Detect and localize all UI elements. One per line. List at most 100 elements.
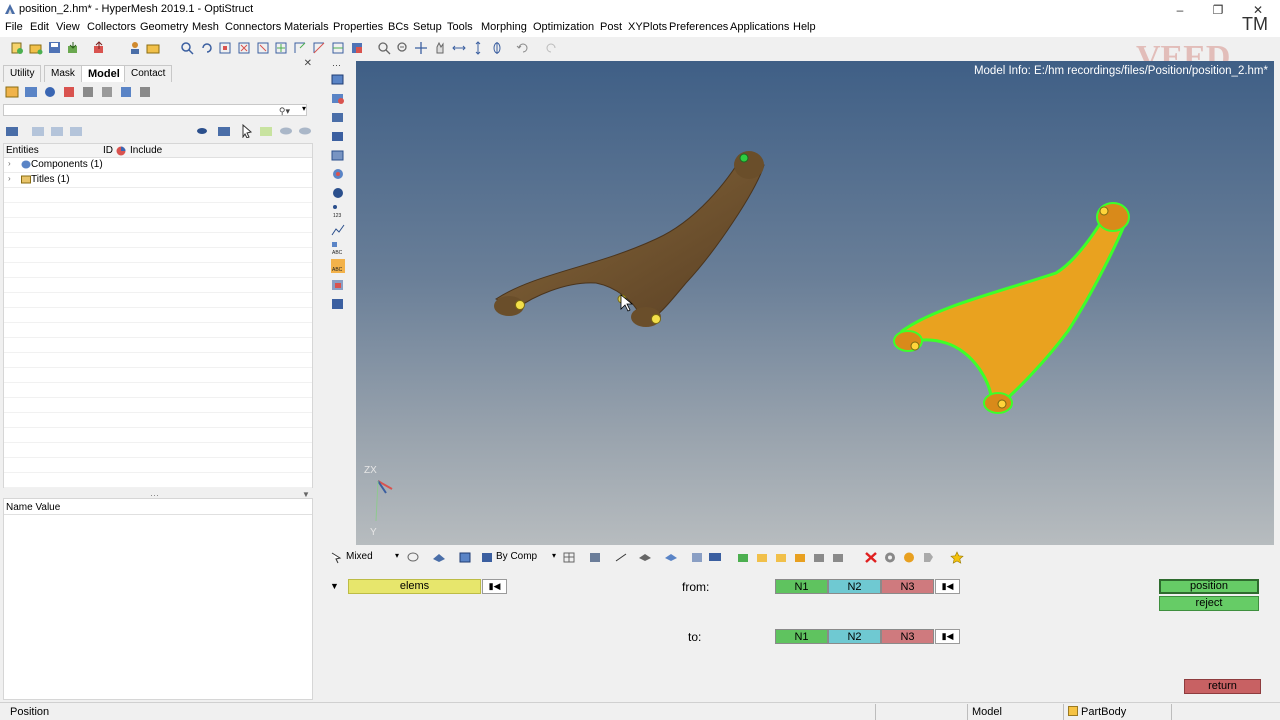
hand-icon[interactable] xyxy=(433,41,447,55)
numbers-icon[interactable]: 123 xyxy=(331,204,345,218)
column-entities[interactable]: Entities xyxy=(6,145,39,156)
to-reset-button[interactable]: ▮◀ xyxy=(935,629,960,644)
column-include[interactable]: Include xyxy=(130,145,162,156)
label-abc-icon[interactable]: ABC xyxy=(331,241,345,255)
display-eye-icon[interactable] xyxy=(196,124,212,138)
surface-display-icon[interactable] xyxy=(638,551,652,564)
by-comp-icon[interactable] xyxy=(480,551,494,564)
display-shaded-icon[interactable] xyxy=(331,72,345,86)
select-cursor-icon[interactable] xyxy=(241,124,253,138)
menu-help[interactable]: Help xyxy=(793,21,816,33)
panel-close-icon[interactable]: ✕ xyxy=(304,58,312,69)
pan-icon[interactable] xyxy=(414,41,428,55)
display-solid-icon[interactable] xyxy=(331,186,345,200)
label-orange-icon[interactable]: ABC xyxy=(331,259,345,273)
import-icon[interactable] xyxy=(66,41,80,55)
search-options-chevron-icon[interactable]: ▾ xyxy=(302,104,306,113)
tab-contact[interactable]: Contact xyxy=(124,65,173,82)
show-all-icon[interactable] xyxy=(31,124,47,138)
rotate-left-icon[interactable] xyxy=(200,41,214,55)
browser-tree-icon[interactable] xyxy=(119,85,133,99)
user-profile-icon[interactable] xyxy=(128,41,142,55)
lasso-icon[interactable] xyxy=(406,551,420,564)
translate-y-icon[interactable] xyxy=(471,41,485,55)
delete-icon[interactable] xyxy=(864,551,878,564)
browser-expand-icon[interactable] xyxy=(43,85,57,99)
display-elements-icon[interactable] xyxy=(331,110,345,124)
color-mode-select[interactable]: By Comp xyxy=(496,551,537,562)
zoom-out-icon[interactable] xyxy=(396,41,410,55)
find-icon[interactable] xyxy=(331,297,345,311)
undo-icon[interactable] xyxy=(516,41,530,55)
show-selected-icon[interactable] xyxy=(50,124,66,138)
display-mesh-icon[interactable] xyxy=(331,91,345,105)
fit-view-icon[interactable] xyxy=(218,41,232,55)
tab-model[interactable]: Model xyxy=(81,65,127,82)
grid-display-icon[interactable] xyxy=(690,551,704,564)
chevron-down-icon[interactable]: ▾ xyxy=(552,551,556,560)
browser-filter-icon[interactable] xyxy=(138,85,152,99)
status-part-cell[interactable]: PartBody xyxy=(1063,704,1171,720)
browser-config-icon[interactable] xyxy=(81,85,95,99)
wireframe-icon[interactable] xyxy=(562,551,576,564)
line-display-icon[interactable] xyxy=(614,551,628,564)
view-y-icon[interactable] xyxy=(256,41,270,55)
reverse-icon[interactable] xyxy=(812,551,826,564)
isolate-icon[interactable] xyxy=(217,124,233,138)
view-x-icon[interactable] xyxy=(237,41,251,55)
tag-icon[interactable] xyxy=(921,551,935,564)
restore-button[interactable]: ❐ xyxy=(1200,0,1236,20)
translate-x-icon[interactable] xyxy=(452,41,466,55)
display-feature-icon[interactable] xyxy=(331,129,345,143)
mask-icon[interactable] xyxy=(331,278,345,292)
menu-post[interactable]: Post xyxy=(600,21,622,33)
status-model-cell[interactable]: Model xyxy=(967,704,1063,720)
mixed-display-icon[interactable] xyxy=(330,551,344,564)
import-browser-icon[interactable] xyxy=(5,85,19,99)
menu-connectors[interactable]: Connectors xyxy=(225,21,281,33)
search-icon[interactable]: ⚲▾ xyxy=(279,106,290,117)
tab-mask[interactable]: Mask xyxy=(44,65,82,82)
screen-icon[interactable] xyxy=(708,551,722,564)
chevron-down-icon[interactable]: ▾ xyxy=(395,551,399,560)
menu-morphing[interactable]: Morphing xyxy=(481,21,527,33)
show-icon[interactable] xyxy=(736,551,750,564)
view-z-icon[interactable] xyxy=(274,41,288,55)
position-button[interactable]: position xyxy=(1159,579,1259,594)
hide-all-eye-icon[interactable] xyxy=(297,124,313,138)
menu-file[interactable]: File xyxy=(5,21,23,33)
open-folder-icon[interactable] xyxy=(146,41,160,55)
show-all-eye-icon[interactable] xyxy=(278,124,294,138)
view-bottom-icon[interactable] xyxy=(350,41,364,55)
browser-refresh-icon[interactable] xyxy=(24,85,38,99)
menu-mesh[interactable]: Mesh xyxy=(192,21,219,33)
column-id[interactable]: ID xyxy=(103,145,113,156)
new-model-icon[interactable] xyxy=(10,41,24,55)
expand-chevron-icon[interactable]: › xyxy=(8,174,11,183)
element-shaded-icon[interactable] xyxy=(588,551,602,564)
menu-view[interactable]: View xyxy=(56,21,80,33)
spin-icon[interactable] xyxy=(490,41,504,55)
browser-list-icon[interactable] xyxy=(100,85,114,99)
star-icon[interactable] xyxy=(950,551,964,564)
menu-setup[interactable]: Setup xyxy=(413,21,442,33)
menu-optimization[interactable]: Optimization xyxy=(533,21,594,33)
tree-row-titles[interactable]: › Titles (1) xyxy=(4,173,312,188)
display-mode-select[interactable]: Mixed xyxy=(346,551,373,562)
menu-collectors[interactable]: Collectors xyxy=(87,21,136,33)
display-wire-icon[interactable] xyxy=(331,148,345,162)
menu-bcs[interactable]: BCs xyxy=(388,21,409,33)
control-arm-orange[interactable] xyxy=(893,202,1130,414)
browser-search-input[interactable]: ⚲▾ xyxy=(3,104,307,116)
menu-preferences[interactable]: Preferences xyxy=(669,21,728,33)
from-n2-button[interactable]: N2 xyxy=(828,579,881,594)
zoom-window-icon[interactable] xyxy=(377,41,391,55)
view-front-icon[interactable] xyxy=(312,41,326,55)
view-left-icon[interactable] xyxy=(331,41,345,55)
browser-delete-icon[interactable] xyxy=(62,85,76,99)
view-iso-icon[interactable] xyxy=(293,41,307,55)
to-n1-button[interactable]: N1 xyxy=(775,629,828,644)
folder-hide-icon[interactable] xyxy=(774,551,788,564)
menu-tools[interactable]: Tools xyxy=(447,21,473,33)
clear-icon[interactable] xyxy=(902,551,916,564)
